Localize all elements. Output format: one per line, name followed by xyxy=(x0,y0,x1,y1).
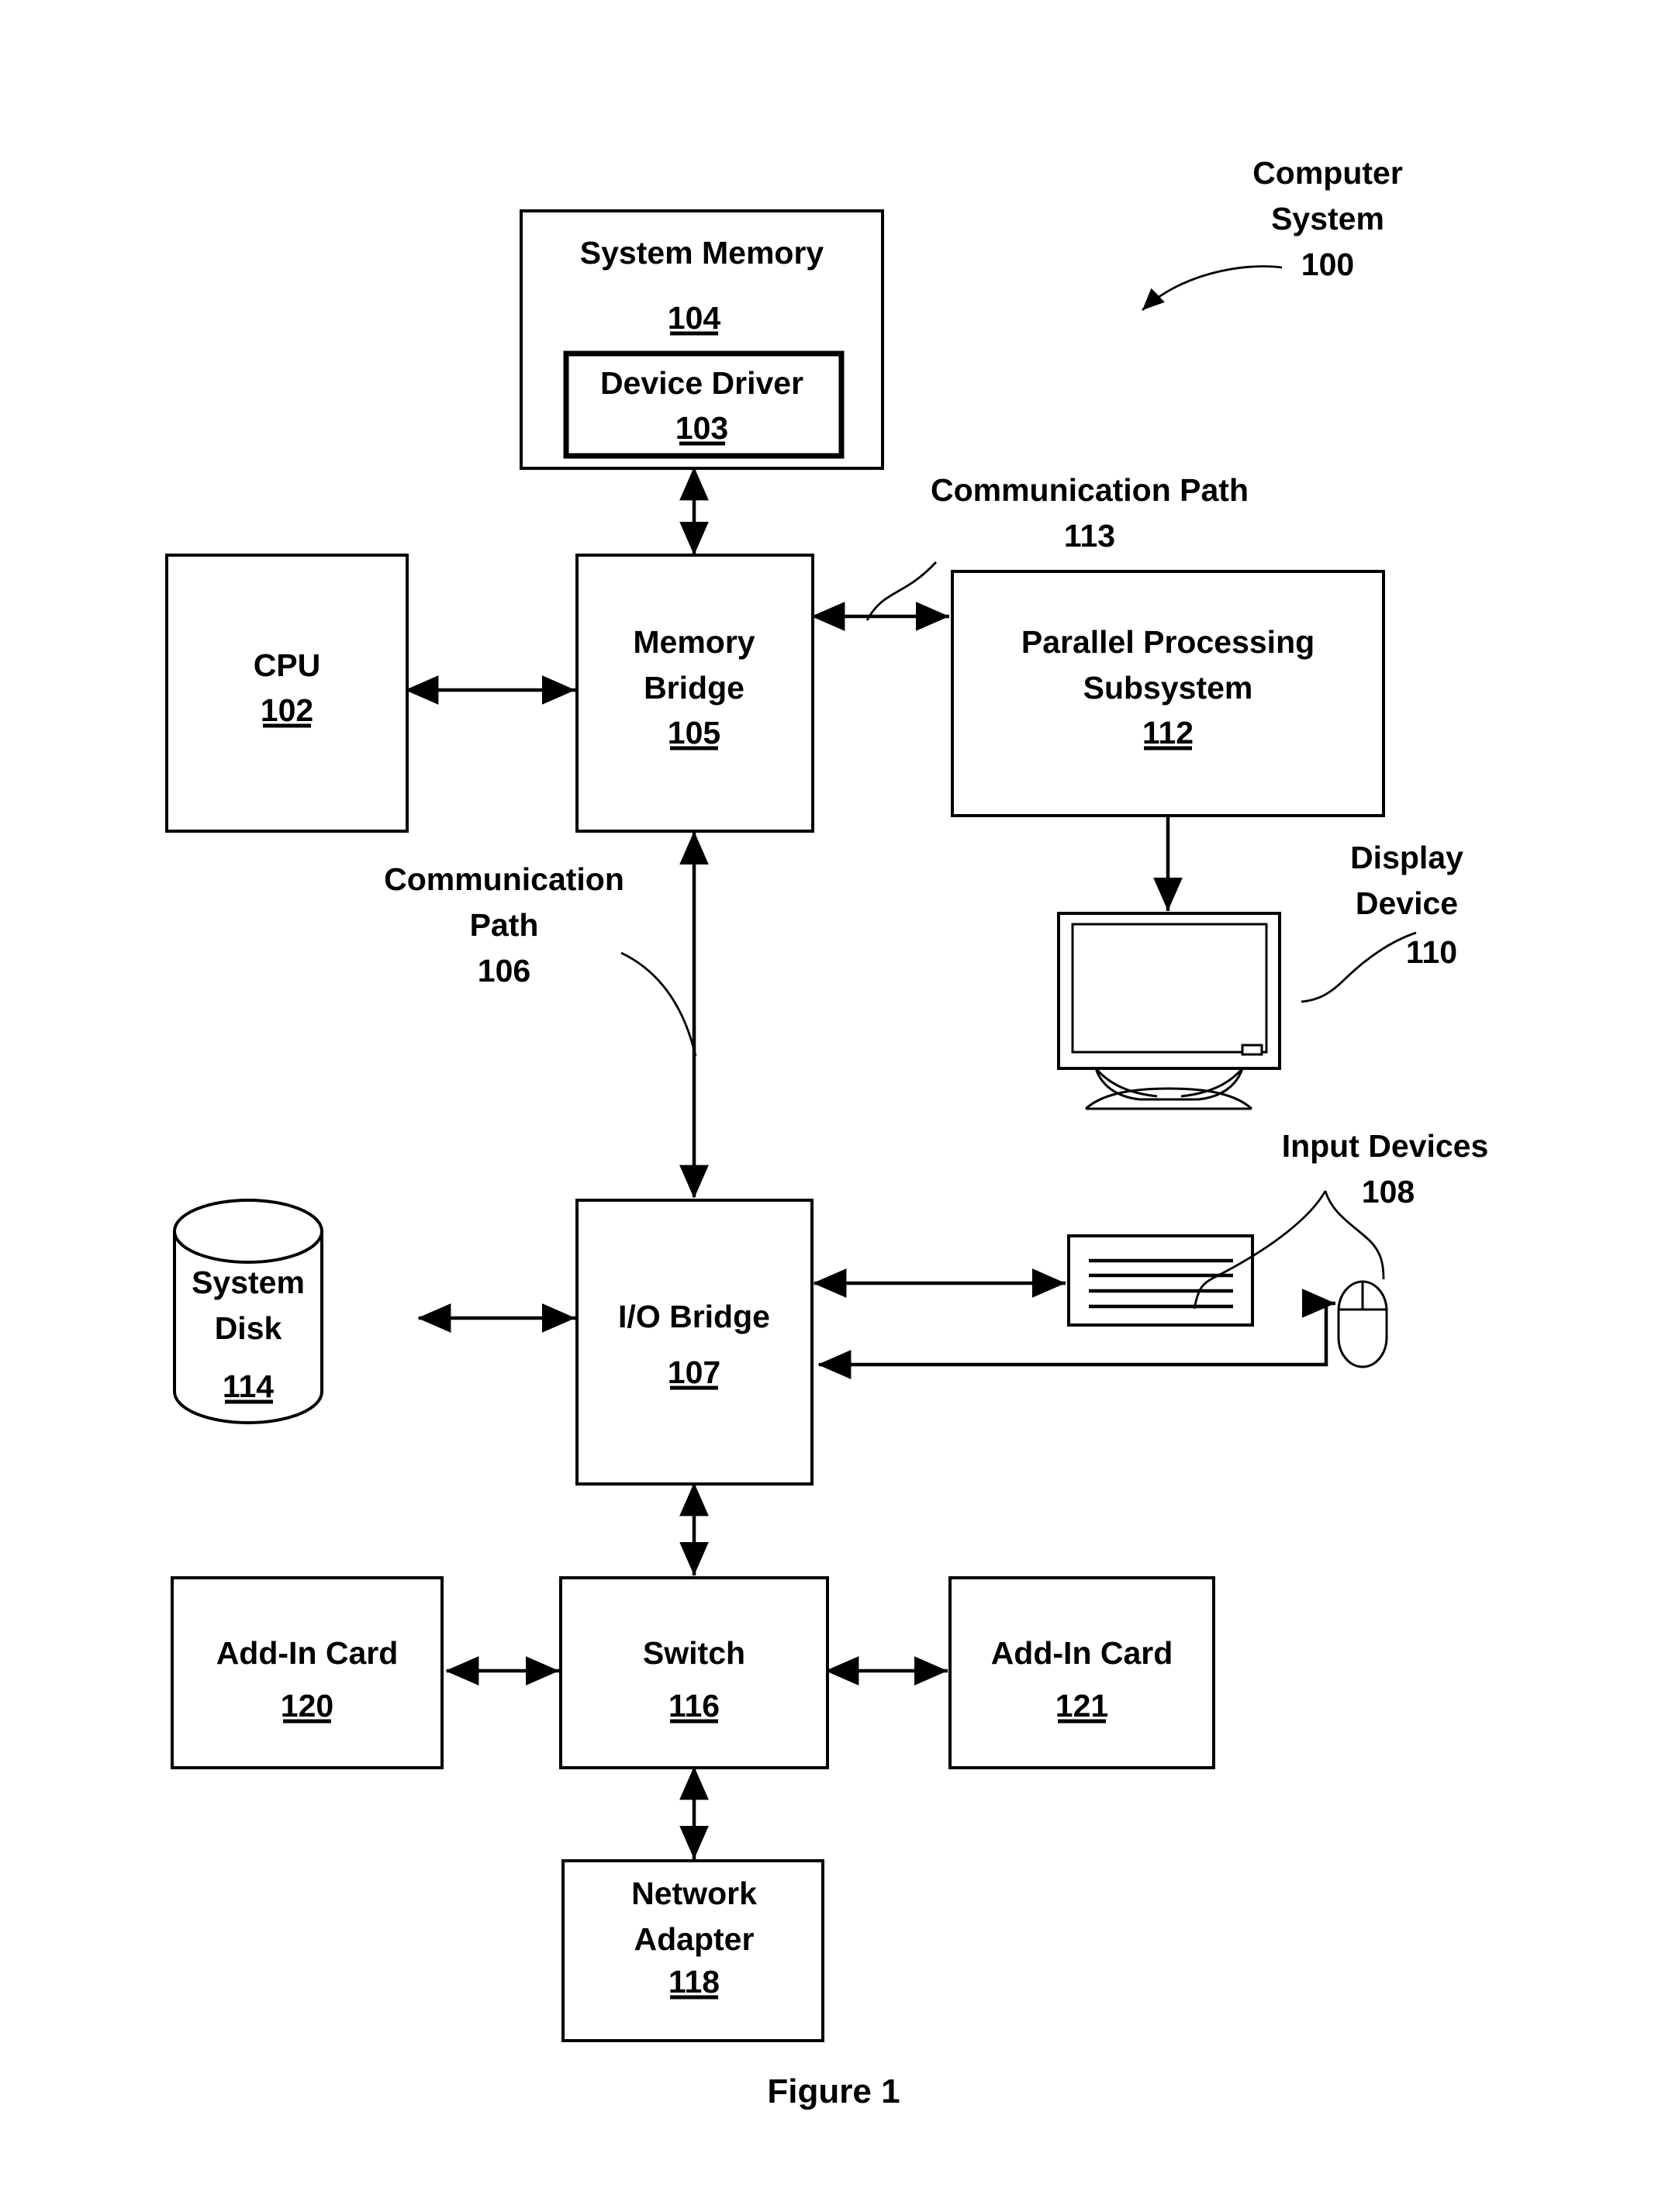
pps-label-line1: Parallel Processing xyxy=(1021,624,1315,660)
cpu-number: 102 xyxy=(261,692,313,728)
block-io-bridge xyxy=(575,1199,814,1486)
communication-path-106-line1: Communication xyxy=(384,861,624,897)
keyboard-icon xyxy=(1067,1234,1254,1327)
add-in-card-120-number: 120 xyxy=(281,1688,333,1724)
system-disk-label-line2: Disk xyxy=(215,1310,282,1346)
computer-system-callout-number: 100 xyxy=(1301,247,1354,282)
memory-bridge-label-line2: Bridge xyxy=(644,670,744,706)
mouse-icon xyxy=(1337,1280,1388,1368)
io-bridge-number: 107 xyxy=(668,1354,720,1390)
system-disk-number: 114 xyxy=(223,1368,274,1404)
display-device-number: 110 xyxy=(1406,934,1457,970)
leader-communication-path-113 xyxy=(865,561,938,621)
switch-number: 116 xyxy=(668,1688,720,1724)
device-driver-number: 103 xyxy=(675,410,728,446)
leader-communication-path-106 xyxy=(620,951,697,1057)
pps-number: 112 xyxy=(1142,715,1194,751)
add-in-card-120-label: Add-In Card xyxy=(216,1635,399,1671)
display-device-line2: Device xyxy=(1356,885,1458,921)
block-diagram-canvas: Computer System 100 System Memory 104 De… xyxy=(165,155,1489,2110)
communication-path-106-line2: Path xyxy=(470,907,539,943)
communication-path-113-number: 113 xyxy=(1064,518,1115,554)
input-devices-number: 108 xyxy=(1362,1174,1415,1210)
communication-path-106-number: 106 xyxy=(478,953,530,989)
computer-system-callout-line2: System xyxy=(1271,201,1384,236)
network-adapter-number: 118 xyxy=(668,1964,720,2000)
system-memory-number: 104 xyxy=(668,300,721,336)
io-bridge-label: I/O Bridge xyxy=(618,1299,770,1334)
add-in-card-121-number: 121 xyxy=(1055,1688,1108,1724)
leader-computer-system xyxy=(1142,265,1283,312)
device-driver-label: Device Driver xyxy=(600,365,803,401)
network-adapter-label-line1: Network xyxy=(631,1876,757,1911)
network-adapter-label-line2: Adapter xyxy=(634,1921,755,1957)
display-device-line1: Display xyxy=(1350,840,1463,875)
computer-system-callout-line1: Computer xyxy=(1252,155,1403,191)
block-add-in-card-120 xyxy=(171,1576,444,1769)
system-disk-label-line1: System xyxy=(192,1265,305,1300)
system-memory-label: System Memory xyxy=(580,235,824,271)
block-add-in-card-121 xyxy=(948,1576,1215,1769)
cpu-label: CPU xyxy=(254,647,321,683)
pps-label-line2: Subsystem xyxy=(1083,670,1253,706)
input-devices-line1: Input Devices xyxy=(1282,1128,1489,1164)
patent-figure-1: Computer System 100 System Memory 104 De… xyxy=(0,0,1679,2212)
communication-path-113-line1: Communication Path xyxy=(931,472,1249,508)
connector-mouse-to-io-bridge xyxy=(817,1303,1328,1379)
switch-label: Switch xyxy=(643,1635,745,1671)
block-switch xyxy=(559,1576,829,1769)
memory-bridge-label-line1: Memory xyxy=(633,624,755,660)
monitor-icon xyxy=(1057,912,1281,1110)
memory-bridge-number: 105 xyxy=(668,715,720,751)
add-in-card-121-label: Add-In Card xyxy=(991,1635,1173,1671)
leader-display-device xyxy=(1301,931,1417,1003)
figure-caption: Figure 1 xyxy=(767,2072,900,2110)
